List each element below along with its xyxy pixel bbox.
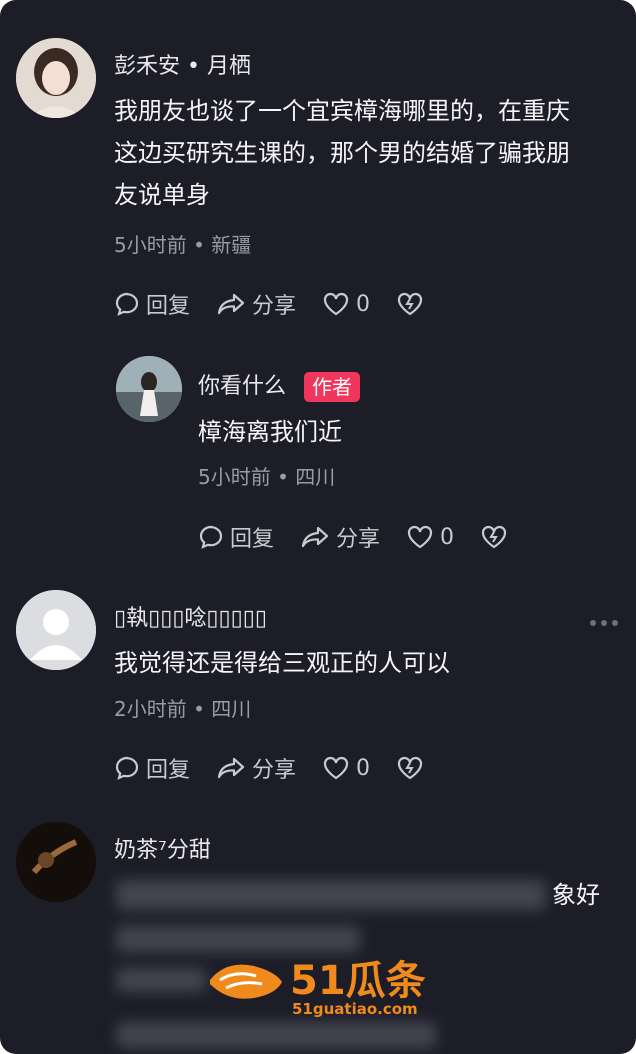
reply-icon (199, 525, 223, 549)
dislike-button[interactable] (396, 291, 430, 317)
reply-icon (115, 756, 139, 780)
default-avatar-icon (16, 590, 96, 670)
author-badge: 作者 (304, 372, 361, 402)
blurred-comment-line (116, 880, 546, 910)
comment-list: 彭禾安 • 月栖 我朋友也谈了一个宜宾樟海哪里的，在重庆 这边买研究生课的，那个… (0, 0, 636, 1054)
comment-text-line: 我朋友也谈了一个宜宾樟海哪里的，在重庆 (114, 97, 570, 125)
share-label: 分享 (252, 758, 297, 783)
fish-logo-icon: 51瓜条 51guatiao.com (210, 958, 426, 1018)
user-photo-icon (116, 356, 182, 422)
share-label: 分享 (336, 527, 381, 552)
watermark-brand: 51瓜条 (290, 958, 426, 1004)
comment-text: 我朋友也谈了一个宜宾樟海哪里的，在重庆 这边买研究生课的，那个男的结婚了骗我朋 … (114, 90, 624, 216)
dislike-button[interactable] (480, 524, 514, 550)
comment-username[interactable]: 彭禾安 • 月栖 (114, 48, 251, 80)
like-count: 0 (356, 755, 371, 781)
share-button[interactable]: 分享 (216, 288, 296, 320)
reply-actions: 回复 分享 0 (198, 521, 540, 553)
broken-heart-icon (481, 525, 507, 549)
reply-icon (115, 292, 139, 316)
dislike-button[interactable] (396, 755, 430, 781)
reply-label: 回复 (146, 758, 191, 783)
comment-meta: 2小时前 • 四川 (114, 697, 252, 721)
heart-icon (323, 292, 349, 316)
watermark-url: 51guatiao.com (292, 1000, 418, 1018)
comment-username[interactable]: ▯執▯▯▯唸▯▯▯▯▯ (114, 600, 267, 632)
reply-button[interactable]: 回复 (198, 521, 274, 553)
like-count: 0 (356, 291, 371, 317)
reply-username: 你看什么 作者 (198, 368, 361, 402)
blurred-comment-line (116, 926, 360, 952)
avatar[interactable] (16, 822, 96, 902)
share-button[interactable]: 分享 (300, 521, 380, 553)
heart-icon (323, 756, 349, 780)
reply-username-text[interactable]: 你看什么 (198, 374, 286, 399)
share-icon (301, 526, 329, 548)
like-button[interactable]: 0 (322, 291, 370, 317)
comment-actions: 回复 分享 0 (114, 752, 456, 784)
reply-text: 樟海离我们近 (198, 418, 342, 446)
comment-text-line: 这边买研究生课的，那个男的结婚了骗我朋 (114, 139, 570, 167)
share-label: 分享 (252, 294, 297, 319)
broken-heart-icon (397, 292, 423, 316)
user-photo-icon (16, 822, 96, 902)
user-photo-icon (16, 38, 96, 118)
comment-text: 我觉得还是得给三观正的人可以 (114, 649, 450, 677)
avatar[interactable] (16, 38, 96, 118)
reply-label: 回复 (146, 294, 191, 319)
share-icon (217, 293, 245, 315)
watermark-logo: 51瓜条 51guatiao.com (206, 952, 430, 1020)
reply-button[interactable]: 回复 (114, 288, 190, 320)
heart-icon (407, 525, 433, 549)
comment-username[interactable]: 奶茶⁷分甜 (114, 832, 211, 864)
more-options-icon[interactable] (585, 620, 618, 626)
share-icon (217, 757, 245, 779)
avatar[interactable] (116, 356, 182, 422)
reply-label: 回复 (230, 527, 275, 552)
like-count: 0 (440, 524, 455, 550)
broken-heart-icon (397, 756, 423, 780)
share-button[interactable]: 分享 (216, 752, 296, 784)
like-button[interactable]: 0 (322, 755, 370, 781)
reply-button[interactable]: 回复 (114, 752, 190, 784)
blurred-comment-line (116, 968, 206, 992)
comment-actions: 回复 分享 0 (114, 288, 456, 320)
reply-meta: 5小时前 • 四川 (198, 465, 336, 489)
like-button[interactable]: 0 (406, 524, 454, 550)
comment-text-line: 友说单身 (114, 181, 210, 209)
blurred-comment-line (116, 1022, 436, 1048)
comment-meta: 5小时前 • 新疆 (114, 233, 252, 257)
comment-text-tail: 象好 (552, 881, 600, 909)
avatar[interactable] (16, 590, 96, 670)
